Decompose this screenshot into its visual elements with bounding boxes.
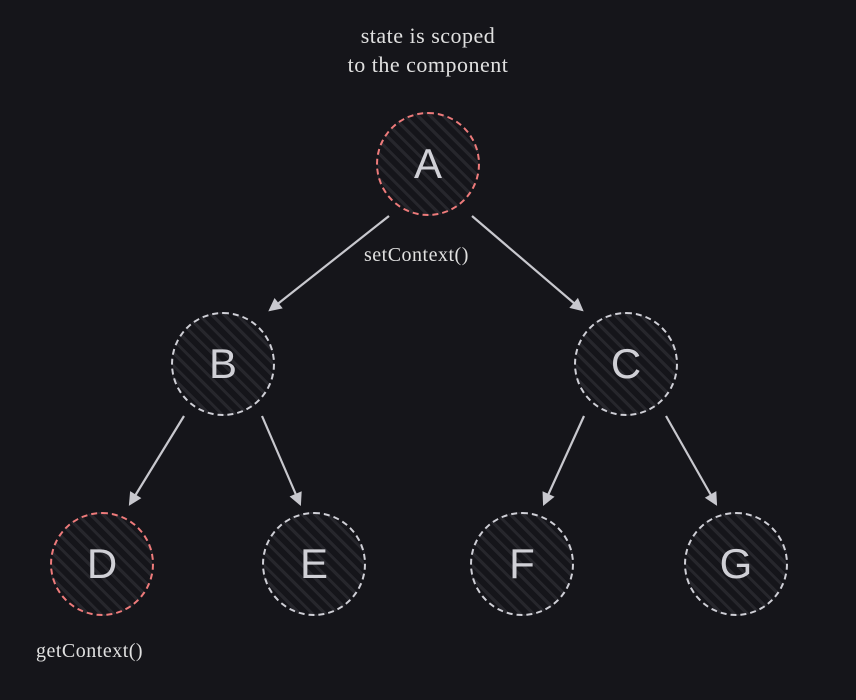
node-c-label: C <box>611 340 641 388</box>
node-d: D <box>50 512 154 616</box>
annotation-setcontext: setContext() <box>364 244 469 267</box>
node-e: E <box>262 512 366 616</box>
title-line-1: state is scoped <box>348 22 509 51</box>
node-a-label: A <box>414 140 442 188</box>
node-b-label: B <box>209 340 237 388</box>
node-e-label: E <box>300 540 328 588</box>
node-f-label: F <box>509 540 535 588</box>
node-a: A <box>376 112 480 216</box>
node-f: F <box>470 512 574 616</box>
title-line-2: to the component <box>348 51 509 80</box>
annotation-getcontext: getContext() <box>36 640 143 663</box>
node-b: B <box>171 312 275 416</box>
node-c: C <box>574 312 678 416</box>
node-g-label: G <box>720 540 753 588</box>
diagram-title: state is scoped to the component <box>348 22 509 79</box>
node-g: G <box>684 512 788 616</box>
node-d-label: D <box>87 540 117 588</box>
